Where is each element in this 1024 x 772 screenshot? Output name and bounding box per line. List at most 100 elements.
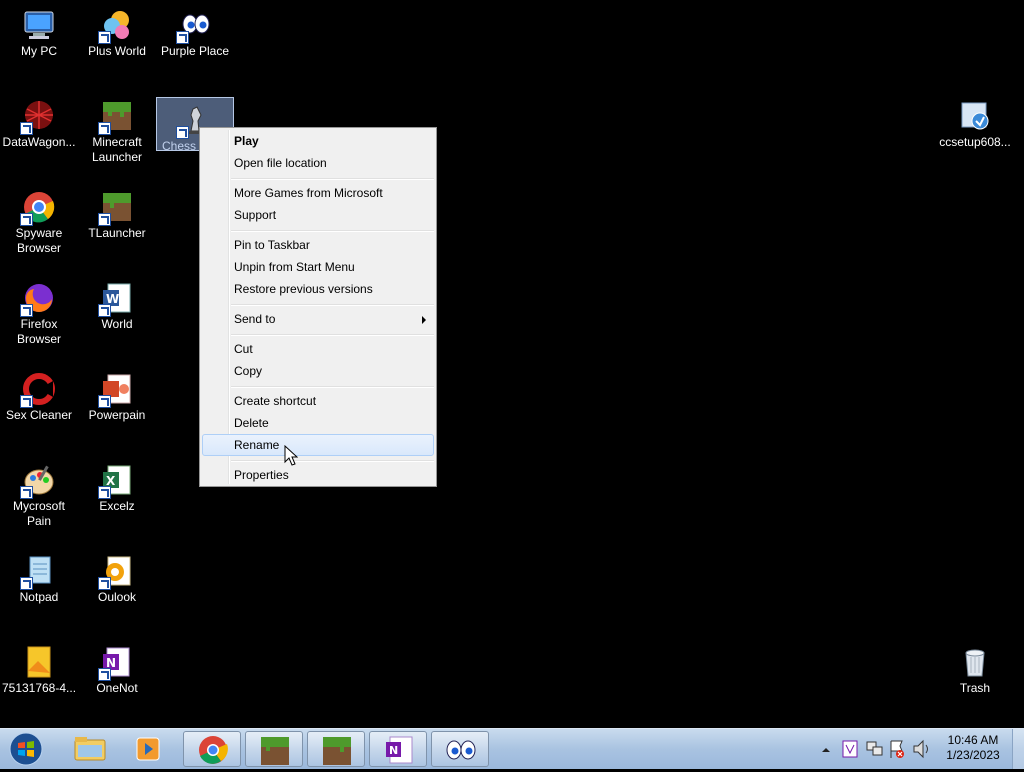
menu-item-unpin-start-menu[interactable]: Unpin from Start Menu xyxy=(202,256,434,278)
file-75131768-shortcut[interactable]: 75131768-4... xyxy=(0,645,78,696)
spyware-browser-shortcut[interactable]: Spyware Browser xyxy=(0,190,78,256)
chrome-icon xyxy=(199,736,228,764)
system-clock[interactable]: 10:46 AM 1/23/2023 xyxy=(940,733,1006,763)
menu-item-support[interactable]: Support xyxy=(202,204,434,226)
sex-cleaner-shortcut[interactable]: Sex Cleaner xyxy=(0,372,78,423)
powerpoint-icon xyxy=(98,372,134,408)
onenote-icon: N xyxy=(98,645,134,681)
menu-separator xyxy=(231,386,434,388)
taskbar-onenote-button[interactable]: N xyxy=(369,731,427,767)
menu-item-label: More Games from Microsoft xyxy=(234,186,383,200)
paint-icon xyxy=(20,463,56,499)
menu-item-copy[interactable]: Copy xyxy=(202,360,434,382)
mycrosoft-pain-shortcut[interactable]: Mycrosoft Pain xyxy=(0,463,78,529)
shortcut-arrow-icon xyxy=(98,122,111,135)
volume-icon[interactable] xyxy=(913,739,928,759)
plus-world-shortcut[interactable]: Plus World xyxy=(78,8,156,59)
minecraft-launcher-label: Minecraft Launcher xyxy=(91,135,143,164)
taskbar: N 10:46 AM 1/23/2023 xyxy=(0,728,1024,769)
folder-icon xyxy=(74,737,106,761)
tlauncher-shortcut[interactable]: TLauncher xyxy=(78,190,156,241)
plus-world-icon xyxy=(98,8,134,44)
minecraft-launcher-shortcut[interactable]: Minecraft Launcher xyxy=(78,99,156,165)
taskbar-media-player-button[interactable] xyxy=(121,731,179,767)
excelz-shortcut[interactable]: X Excelz xyxy=(78,463,156,514)
powerpain-shortcut[interactable]: Powerpain xyxy=(78,372,156,423)
taskbar-explorer-button[interactable] xyxy=(61,731,119,767)
menu-item-create-shortcut[interactable]: Create shortcut xyxy=(202,390,434,412)
menu-item-label: Pin to Taskbar xyxy=(234,238,310,252)
oulook-shortcut[interactable]: Oulook xyxy=(78,554,156,605)
menu-item-label: Create shortcut xyxy=(234,394,317,408)
shortcut-arrow-icon xyxy=(20,122,33,135)
onenote-icon: N xyxy=(386,736,413,764)
firefox-browser-label: Firefox Browser xyxy=(16,317,61,346)
outlook-icon xyxy=(98,554,134,590)
show-desktop-button[interactable] xyxy=(1012,729,1024,769)
menu-item-label: Rename xyxy=(234,438,280,452)
menu-item-label: Copy xyxy=(234,364,263,378)
minecraft-grass-block-icon xyxy=(98,99,134,135)
start-button[interactable] xyxy=(7,731,45,767)
taskbar-purple-place-button[interactable] xyxy=(431,731,489,767)
menu-item-send-to[interactable]: Send to xyxy=(202,308,434,330)
tlauncher-label: TLauncher xyxy=(88,226,146,240)
powerpain-label: Powerpain xyxy=(88,408,146,422)
recycle-bin-icon xyxy=(958,645,992,679)
desktop[interactable]: My PC DataWagon... Spyware Browser Firef… xyxy=(0,0,1024,728)
menu-separator xyxy=(231,304,434,306)
notepad-icon xyxy=(20,554,56,590)
onenot-shortcut[interactable]: N OneNot xyxy=(78,645,156,696)
menu-item-properties[interactable]: Properties xyxy=(202,464,434,486)
submenu-arrow-icon xyxy=(422,316,426,324)
clock-time: 10:46 AM xyxy=(947,733,999,747)
onenot-label: OneNot xyxy=(96,681,138,695)
action-center-flag-icon[interactable] xyxy=(890,740,904,758)
shortcut-arrow-icon xyxy=(98,577,111,590)
purple-place-shortcut[interactable]: Purple Place xyxy=(156,8,234,59)
shortcut-arrow-icon xyxy=(98,31,111,44)
purple-place-label: Purple Place xyxy=(160,44,230,58)
menu-item-restore-previous-versions[interactable]: Restore previous versions xyxy=(202,278,434,300)
datawagon-icon xyxy=(20,99,56,135)
minecraft-grass-block-icon xyxy=(323,737,351,765)
menu-item-rename[interactable]: Rename xyxy=(202,434,434,456)
taskbar-chrome-button[interactable] xyxy=(183,731,241,767)
menu-item-play[interactable]: Play xyxy=(202,130,434,152)
ccsetup-shortcut[interactable]: ccsetup608... xyxy=(936,99,1014,150)
mouse-pointer-icon xyxy=(284,444,299,471)
menu-item-cut[interactable]: Cut xyxy=(202,338,434,360)
minecraft-grass-block-icon xyxy=(98,190,134,226)
firefox-icon xyxy=(20,281,56,317)
network-icon[interactable] xyxy=(866,741,883,756)
my-pc-shortcut[interactable]: My PC xyxy=(0,8,78,59)
notpad-shortcut[interactable]: Notpad xyxy=(0,554,78,605)
shortcut-arrow-icon xyxy=(20,213,33,226)
shortcut-arrow-icon xyxy=(98,395,111,408)
taskbar-minecraft-button[interactable] xyxy=(245,731,303,767)
menu-item-label: Restore previous versions xyxy=(234,282,373,296)
menu-item-label: Unpin from Start Menu xyxy=(234,260,355,274)
media-player-icon xyxy=(136,737,160,761)
firefox-browser-shortcut[interactable]: Firefox Browser xyxy=(0,281,78,347)
menu-item-delete[interactable]: Delete xyxy=(202,412,434,434)
show-hidden-icons-chevron-icon[interactable] xyxy=(822,748,830,752)
notpad-label: Notpad xyxy=(19,590,59,604)
shortcut-arrow-icon xyxy=(20,577,33,590)
svg-text:N: N xyxy=(389,744,398,757)
sex-cleaner-label: Sex Cleaner xyxy=(5,408,73,422)
minecraft-grass-block-icon xyxy=(261,737,289,765)
computer-icon xyxy=(22,8,56,42)
menu-item-label: Properties xyxy=(234,468,289,482)
oulook-label: Oulook xyxy=(97,590,137,604)
world-shortcut[interactable]: W World xyxy=(78,281,156,332)
menu-item-more-games[interactable]: More Games from Microsoft xyxy=(202,182,434,204)
taskbar-tlauncher-button[interactable] xyxy=(307,731,365,767)
trash-label: Trash xyxy=(959,681,991,695)
menu-item-pin-to-taskbar[interactable]: Pin to Taskbar xyxy=(202,234,434,256)
installer-icon xyxy=(958,99,992,133)
onenote-tray-icon[interactable] xyxy=(842,740,858,758)
trash-shortcut[interactable]: Trash xyxy=(936,645,1014,696)
datawagon-shortcut[interactable]: DataWagon... xyxy=(0,99,78,150)
menu-item-open-file-location[interactable]: Open file location xyxy=(202,152,434,174)
